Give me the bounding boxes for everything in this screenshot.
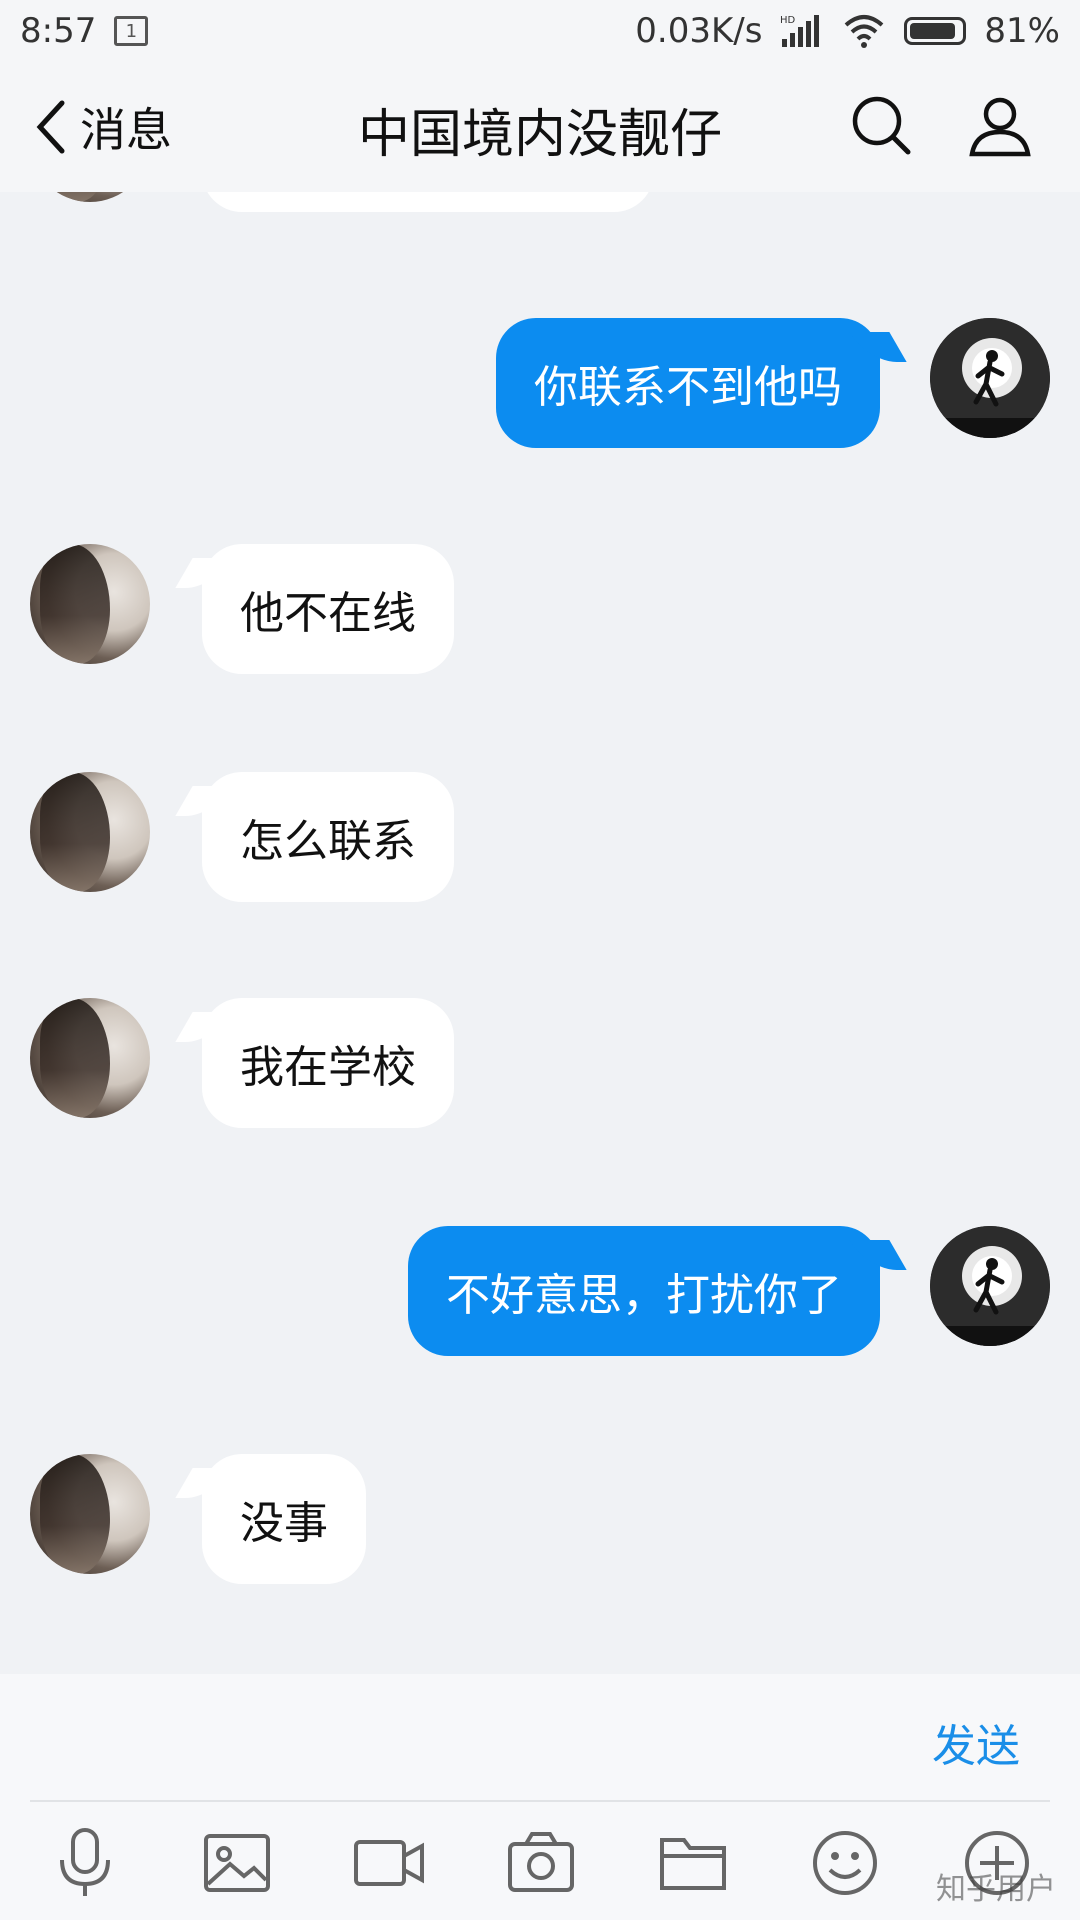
runner-avatar-icon (930, 318, 1050, 438)
nav-bar: 消息 中国境内没靓仔 (0, 62, 1080, 192)
battery-icon (904, 17, 967, 45)
video-button[interactable] (352, 1826, 426, 1900)
input-area: 发送 知乎用户 (0, 1674, 1080, 1920)
my-avatar[interactable] (930, 1226, 1050, 1346)
folder-icon (660, 1838, 726, 1890)
contact-avatar[interactable] (30, 544, 150, 664)
microphone-icon (60, 1828, 110, 1896)
message-text: 怎么联系 (240, 816, 416, 867)
message-bubble-partial[interactable] (202, 192, 654, 212)
search-button[interactable] (850, 94, 914, 158)
message-input[interactable] (30, 1694, 870, 1790)
signal-icon: HD (780, 15, 820, 47)
emoji-button[interactable] (808, 1826, 882, 1900)
back-label: 消息 (80, 103, 172, 157)
hd-label: HD (780, 15, 796, 26)
message-bubble-incoming[interactable]: 我在学校 (202, 998, 454, 1128)
my-avatar[interactable] (930, 318, 1050, 438)
send-button[interactable]: 发送 (932, 1710, 1020, 1774)
emoji-icon (813, 1831, 877, 1895)
network-speed: 0.03K/s (635, 11, 763, 51)
message-text: 我在学校 (240, 1042, 416, 1093)
search-icon (852, 96, 911, 155)
wifi-icon (845, 15, 884, 48)
image-button[interactable] (200, 1826, 274, 1900)
camera-icon (508, 1832, 574, 1892)
profile-button[interactable] (968, 94, 1032, 158)
calendar-day: 1 (125, 20, 138, 42)
voice-button[interactable] (48, 1826, 122, 1900)
camera-button[interactable] (504, 1826, 578, 1900)
person-icon (969, 97, 1031, 157)
contact-avatar[interactable] (30, 772, 150, 892)
message-text: 你联系不到他吗 (534, 362, 842, 413)
contact-avatar[interactable] (30, 1454, 150, 1574)
battery-level: 81% (984, 11, 1060, 51)
message-bubble-outgoing[interactable]: 不好意思，打扰你了 (408, 1226, 880, 1356)
status-bar: 8:57 1 0.03K/s HD 81% (0, 0, 1080, 62)
video-icon (354, 1840, 424, 1886)
image-icon (204, 1834, 270, 1892)
status-time: 8:57 (20, 11, 97, 51)
back-button[interactable]: 消息 (30, 92, 172, 162)
divider (30, 1800, 1050, 1802)
message-text: 不好意思，打扰你了 (446, 1270, 842, 1321)
calendar-icon: 1 (114, 16, 149, 46)
message-bubble-incoming[interactable]: 他不在线 (202, 544, 454, 674)
message-text: 他不在线 (240, 588, 416, 639)
contact-avatar[interactable] (30, 192, 150, 202)
file-button[interactable] (656, 1826, 730, 1900)
message-bubble-outgoing[interactable]: 你联系不到他吗 (496, 318, 880, 448)
message-text: 没事 (240, 1498, 328, 1549)
message-bubble-incoming[interactable]: 怎么联系 (202, 772, 454, 902)
contact-avatar[interactable] (30, 998, 150, 1118)
chevron-left-icon (36, 100, 65, 154)
status-right: 0.03K/s HD 81% (635, 11, 1060, 51)
message-bubble-incoming[interactable]: 没事 (202, 1454, 366, 1584)
watermark: 知乎用户 (936, 1872, 1056, 1907)
runner-avatar-icon (930, 1226, 1050, 1346)
status-left: 8:57 1 (20, 11, 149, 51)
chat-area[interactable]: 你联系不到他吗 他不在线 怎么联系 我在学校 不好意思，打扰你了 没事 (0, 192, 1080, 1674)
